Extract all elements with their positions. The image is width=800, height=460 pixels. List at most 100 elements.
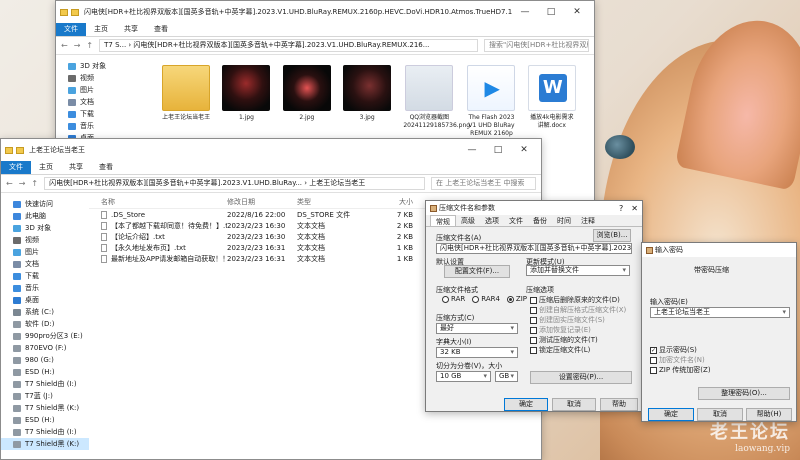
dialog-tab[interactable]: 高级: [456, 215, 480, 226]
ok-button[interactable]: 确定: [504, 398, 548, 411]
sidebar-item[interactable]: 980 (G:): [1, 354, 89, 366]
maximize-button[interactable]: □: [538, 7, 564, 17]
path-input[interactable]: T7 S... › 闪电侠[HDR+杜比视界双版本][国英多音轨+中英字幕].2…: [99, 39, 478, 52]
format-radio[interactable]: RAR4: [472, 295, 500, 303]
minimize-button[interactable]: —: [459, 145, 485, 155]
sidebar-item[interactable]: 文档: [1, 258, 89, 270]
file-thumbnail[interactable]: 播放4k电影需求讲解.docx: [527, 65, 576, 146]
sidebar-item[interactable]: 图片: [56, 84, 144, 96]
dialog-tab[interactable]: 注释: [576, 215, 600, 226]
update-mode-select[interactable]: 添加并替换文件: [526, 265, 630, 276]
quick-access-toolbar[interactable]: [5, 146, 24, 154]
ribbon-tab[interactable]: 文件: [1, 161, 31, 174]
split-unit-select[interactable]: GB: [495, 371, 518, 382]
ribbon-tab[interactable]: 查看: [146, 23, 176, 36]
sidebar-item[interactable]: T7蓝 (J:): [1, 390, 89, 402]
up-arrow-icon[interactable]: ↑: [31, 179, 38, 188]
sidebar-item[interactable]: 桌面: [1, 294, 89, 306]
split-size-select[interactable]: 10 GB: [436, 371, 491, 382]
archive-option[interactable]: 锁定压缩文件(L): [530, 345, 626, 355]
ok-button[interactable]: 确定: [648, 408, 694, 421]
archive-option[interactable]: 创建固实压缩文件(S): [530, 315, 626, 325]
sidebar-item[interactable]: 下载: [56, 108, 144, 120]
sidebar-item[interactable]: ESD (H:): [1, 414, 89, 426]
sidebar-item[interactable]: 下载: [1, 270, 89, 282]
dialog-tab[interactable]: 文件: [504, 215, 528, 226]
ribbon-tab[interactable]: 查看: [91, 161, 121, 174]
sidebar-item[interactable]: ESD (H:): [1, 366, 89, 378]
password-option[interactable]: 加密文件名(N): [650, 355, 711, 365]
dialog-tab[interactable]: 备份: [528, 215, 552, 226]
profiles-button[interactable]: 配置文件(F)...: [444, 265, 510, 278]
file-thumbnail[interactable]: 1.jpg: [222, 65, 271, 146]
file-thumbnail[interactable]: The Flash 2023 V1 UHD BluRay REMUX 2160p…: [467, 65, 516, 146]
sidebar-item[interactable]: 系统 (C:): [1, 306, 89, 318]
password-option[interactable]: ZIP 传统加密(Z): [650, 365, 711, 375]
password-option[interactable]: 显示密码(S): [650, 345, 711, 355]
help-button[interactable]: 帮助: [600, 398, 638, 411]
sidebar-item[interactable]: 此电脑: [1, 210, 89, 222]
file-thumbnail[interactable]: QQ浏览器截图20241129185736.png: [403, 65, 470, 146]
sidebar-item[interactable]: 音乐: [1, 282, 89, 294]
sidebar-item[interactable]: 图片: [1, 246, 89, 258]
back-arrow-icon[interactable]: ←: [61, 41, 68, 50]
cancel-button[interactable]: 取消: [697, 408, 743, 421]
dialog-tab[interactable]: 时间: [552, 215, 576, 226]
sidebar-item[interactable]: 文档: [56, 96, 144, 108]
archive-option[interactable]: 创建自解压格式压缩文件(X): [530, 305, 626, 315]
sidebar-item[interactable]: 3D 对象: [1, 222, 89, 234]
close-icon[interactable]: ✕: [631, 204, 638, 213]
organize-passwords-button[interactable]: 整理密码(O)...: [698, 387, 790, 400]
sidebar-item[interactable]: T7 Shield由 (I:): [1, 378, 89, 390]
minimize-button[interactable]: —: [512, 7, 538, 17]
archive-option[interactable]: 测试压缩的文件(T): [530, 335, 626, 345]
close-button[interactable]: ✕: [511, 145, 537, 155]
sidebar-item[interactable]: T7 Shield黑 (K:): [1, 438, 89, 450]
format-radio[interactable]: RAR: [442, 295, 465, 303]
back-arrow-icon[interactable]: ←: [6, 179, 13, 188]
sidebar-item[interactable]: 软件 (D:): [1, 318, 89, 330]
column-header[interactable]: 大小: [371, 197, 413, 207]
file-thumbnail[interactable]: 上老王论坛当老王: [162, 65, 210, 146]
close-button[interactable]: ✕: [564, 7, 590, 17]
sidebar-item[interactable]: 快速访问: [1, 198, 89, 210]
column-header[interactable]: 修改日期: [227, 197, 297, 207]
ribbon-tab[interactable]: 共享: [116, 23, 146, 36]
search-input[interactable]: 搜索"闪电侠[HDR+杜比视界双版本][国英多音轨+中英字幕]...: [484, 39, 589, 52]
help-icon[interactable]: ?: [619, 204, 623, 213]
ribbon-tab[interactable]: 文件: [56, 23, 86, 36]
sidebar-item[interactable]: 3D 对象: [56, 60, 144, 72]
sidebar-item[interactable]: T7 Shield黑 (K:): [1, 402, 89, 414]
forward-arrow-icon[interactable]: →: [74, 41, 81, 50]
dialog-tab[interactable]: 常规: [430, 215, 456, 226]
cancel-button[interactable]: 取消: [552, 398, 596, 411]
ribbon-tab[interactable]: 主页: [31, 161, 61, 174]
ribbon-tab[interactable]: 共享: [61, 161, 91, 174]
sidebar-item[interactable]: 音乐: [56, 120, 144, 132]
password-input[interactable]: 上老王论坛当老王: [650, 307, 790, 318]
sidebar-item[interactable]: 990pro分区3 (E:): [1, 330, 89, 342]
sidebar-item[interactable]: 视频: [56, 72, 144, 84]
archive-option[interactable]: 添加恢复记录(E): [530, 325, 626, 335]
dialog-tab[interactable]: 选项: [480, 215, 504, 226]
maximize-button[interactable]: □: [485, 145, 511, 155]
help-button[interactable]: 帮助(H): [746, 408, 792, 421]
sidebar-item[interactable]: 870EVO (F:): [1, 342, 89, 354]
up-arrow-icon[interactable]: ↑: [86, 41, 93, 50]
file-thumbnail[interactable]: 3.jpg: [343, 65, 392, 146]
search-input[interactable]: 在 上老王论坛当老王 中搜索: [431, 177, 536, 190]
method-select[interactable]: 最好: [436, 323, 518, 334]
archive-name-input[interactable]: 闪电侠[HDR+杜比视界双版本][国英多音轨+中英字幕].2023.V1.UHD…: [436, 243, 632, 254]
quick-access-toolbar[interactable]: [60, 8, 79, 16]
format-radio[interactable]: ZIP: [506, 295, 527, 303]
sidebar-item[interactable]: 视频: [1, 234, 89, 246]
column-header[interactable]: 名称: [101, 197, 227, 207]
path-input[interactable]: 闪电侠[HDR+杜比视界双版本][国英多音轨+中英字幕].2023.V1.UHD…: [44, 177, 425, 190]
dictionary-select[interactable]: 32 KB: [436, 347, 518, 358]
file-thumbnail[interactable]: 2.jpg: [282, 65, 331, 146]
set-password-button[interactable]: 设置密码(P)...: [530, 371, 632, 384]
column-header[interactable]: 类型: [297, 197, 371, 207]
ribbon-tab[interactable]: 主页: [86, 23, 116, 36]
sidebar-item[interactable]: T7 Shield由 (I:): [1, 426, 89, 438]
forward-arrow-icon[interactable]: →: [19, 179, 26, 188]
